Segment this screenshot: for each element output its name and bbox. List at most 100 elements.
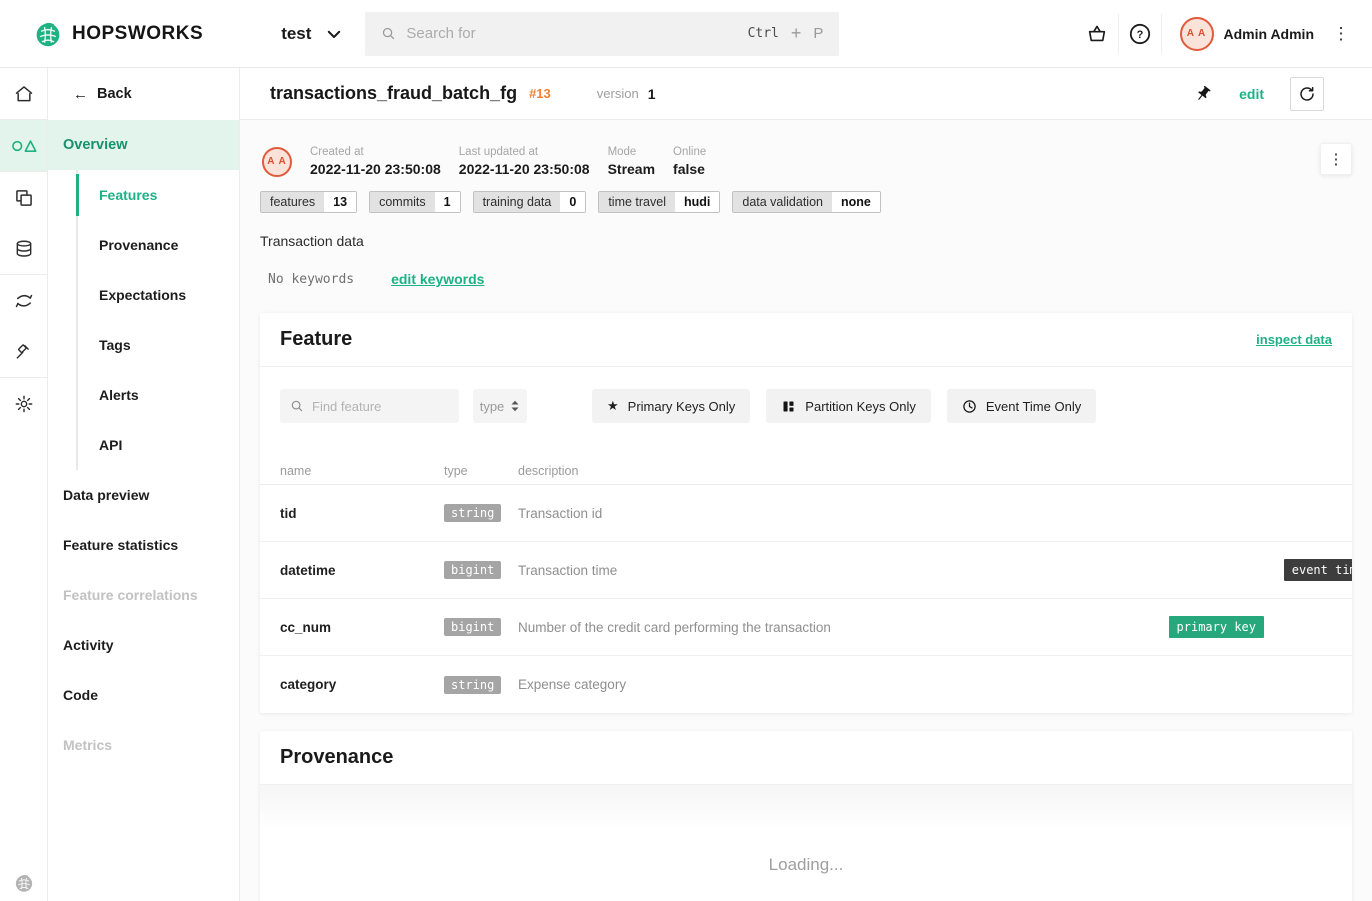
icon-rail xyxy=(0,68,48,901)
sidebar-item-activity[interactable]: Activity xyxy=(48,620,239,670)
project-name: test xyxy=(281,24,311,44)
sidebar-item-api[interactable]: API xyxy=(78,420,239,470)
sidebar-item-metrics: Metrics xyxy=(48,720,239,770)
sidebar-item-code[interactable]: Code xyxy=(48,670,239,720)
no-keywords-text: No keywords xyxy=(260,272,354,287)
overview-subitems: Features Provenance Expectations Tags Al… xyxy=(76,170,239,470)
event-time-badge: event time xyxy=(1284,559,1352,581)
swirl-arrows-icon xyxy=(14,291,34,311)
feature-group-icon xyxy=(11,137,37,155)
search-shortcut: Ctrl + P xyxy=(748,23,824,44)
keywords-row: No keywords edit keywords xyxy=(260,271,1352,287)
partition-icon xyxy=(781,399,796,414)
feature-card-header: Feature inspect data xyxy=(260,313,1352,367)
metadata-row: A A Created at 2022-11-20 23:50:08 Last … xyxy=(260,146,1352,177)
creator-avatar: A A xyxy=(262,147,292,177)
sidebar-item-expectations[interactable]: Expectations xyxy=(78,270,239,320)
sidebar-item-provenance[interactable]: Provenance xyxy=(78,220,239,270)
secondary-sidebar: ← Back Overview Features Provenance Expe… xyxy=(48,68,240,901)
titlebar-actions: edit xyxy=(1193,77,1324,111)
provenance-card-title: Provenance xyxy=(280,746,393,769)
find-feature-input[interactable] xyxy=(312,399,442,414)
project-selector[interactable]: test xyxy=(281,24,343,44)
gavel-icon xyxy=(14,342,34,362)
rail-feature-groups-button[interactable] xyxy=(0,120,47,171)
rail-footer-logo xyxy=(0,873,48,893)
home-icon xyxy=(14,84,34,104)
feature-filter-row: type ★ Primary Keys Only Partition Keys … xyxy=(260,367,1352,443)
user-avatar[interactable]: A A xyxy=(1180,17,1214,51)
type-badge: string xyxy=(444,676,501,694)
version-label: version xyxy=(597,86,639,101)
search-icon xyxy=(290,399,304,413)
basket-button[interactable] xyxy=(1076,0,1118,68)
feature-row-tid[interactable]: tid string Transaction id xyxy=(260,485,1352,542)
chip-time-travel: time travel hudi xyxy=(598,191,720,213)
meta-created-at: Created at 2022-11-20 23:50:08 xyxy=(310,146,441,177)
shortcut-key: P xyxy=(813,25,823,42)
logo-text: HOPSWORKS xyxy=(72,23,203,45)
type-filter-select[interactable]: type xyxy=(473,389,527,423)
provenance-card-header: Provenance xyxy=(260,731,1352,785)
gear-icon xyxy=(14,394,34,414)
back-button[interactable]: ← Back xyxy=(48,68,239,120)
header-actions: ? A A Admin Admin ⋮ xyxy=(1076,0,1358,68)
find-feature-search[interactable] xyxy=(280,389,459,423)
sidebar-item-feature-statistics[interactable]: Feature statistics xyxy=(48,520,239,570)
event-time-only-button[interactable]: Event Time Only xyxy=(947,389,1096,423)
rail-jobs-button[interactable] xyxy=(0,275,47,326)
pin-icon[interactable] xyxy=(1193,84,1213,104)
feature-card-title: Feature xyxy=(280,328,352,351)
type-badge: bigint xyxy=(444,618,501,636)
page-title: transactions_fraud_batch_fg xyxy=(270,83,517,104)
shortcut-plus: + xyxy=(791,23,802,44)
edit-keywords-link[interactable]: edit keywords xyxy=(391,271,484,287)
feature-row-datetime[interactable]: datetime bigint Transaction time event t… xyxy=(260,542,1352,599)
meta-online: Online false xyxy=(673,146,706,177)
meta-last-updated: Last updated at 2022-11-20 23:50:08 xyxy=(459,146,590,177)
header-separator-2 xyxy=(1161,14,1162,54)
clock-icon xyxy=(962,399,977,414)
type-badge: string xyxy=(444,504,501,522)
search-icon xyxy=(381,26,396,41)
sidebar-item-tags[interactable]: Tags xyxy=(78,320,239,370)
summary-chips: features 13 commits 1 training data 0 ti… xyxy=(260,191,1352,213)
sidebar-item-overview[interactable]: Overview xyxy=(48,120,239,170)
column-type: type xyxy=(444,464,518,478)
chip-data-validation: data validation none xyxy=(732,191,880,213)
feature-row-cc-num[interactable]: cc_num bigint Number of the credit card … xyxy=(260,599,1352,656)
help-button[interactable]: ? xyxy=(1119,0,1161,68)
primary-keys-only-button[interactable]: ★ Primary Keys Only xyxy=(592,389,750,423)
partition-keys-only-button[interactable]: Partition Keys Only xyxy=(766,389,931,423)
chip-commits: commits 1 xyxy=(369,191,460,213)
sort-arrows-icon xyxy=(510,399,520,413)
rail-storage-button[interactable] xyxy=(0,223,47,274)
header-menu-button[interactable]: ⋮ xyxy=(1324,14,1358,54)
edit-button[interactable]: edit xyxy=(1239,86,1264,102)
sidebar-item-features[interactable]: Features xyxy=(78,170,239,220)
feature-group-id: #13 xyxy=(529,86,551,101)
rail-settings-button[interactable] xyxy=(0,378,47,429)
inspect-data-link[interactable]: inspect data xyxy=(1256,332,1332,347)
main-area: transactions_fraud_batch_fg #13 version … xyxy=(240,68,1372,901)
overlapping-squares-icon xyxy=(14,188,34,208)
rail-feature-views-button[interactable] xyxy=(0,172,47,223)
hopsworks-mark-grey-icon xyxy=(14,873,34,893)
version-value: 1 xyxy=(648,86,656,102)
global-search[interactable]: Ctrl + P xyxy=(365,12,839,56)
type-badge: bigint xyxy=(444,561,501,579)
sidebar-item-data-preview[interactable]: Data preview xyxy=(48,470,239,520)
column-name: name xyxy=(280,464,444,478)
refresh-button[interactable] xyxy=(1290,77,1324,111)
rail-compute-button[interactable] xyxy=(0,326,47,377)
sidebar-item-alerts[interactable]: Alerts xyxy=(78,370,239,420)
shortcut-ctrl: Ctrl xyxy=(748,26,779,41)
hopsworks-logo-icon xyxy=(34,20,62,48)
feature-row-category[interactable]: category string Expense category xyxy=(260,656,1352,713)
rail-home-button[interactable] xyxy=(0,68,47,119)
search-input[interactable] xyxy=(406,25,666,42)
top-header: HOPSWORKS test Ctrl + P ? A A Admin Admi… xyxy=(0,0,1372,68)
provenance-card: Provenance Loading... xyxy=(260,731,1352,901)
hopsworks-logo[interactable]: HOPSWORKS xyxy=(34,20,203,48)
column-description: description xyxy=(518,464,1332,478)
